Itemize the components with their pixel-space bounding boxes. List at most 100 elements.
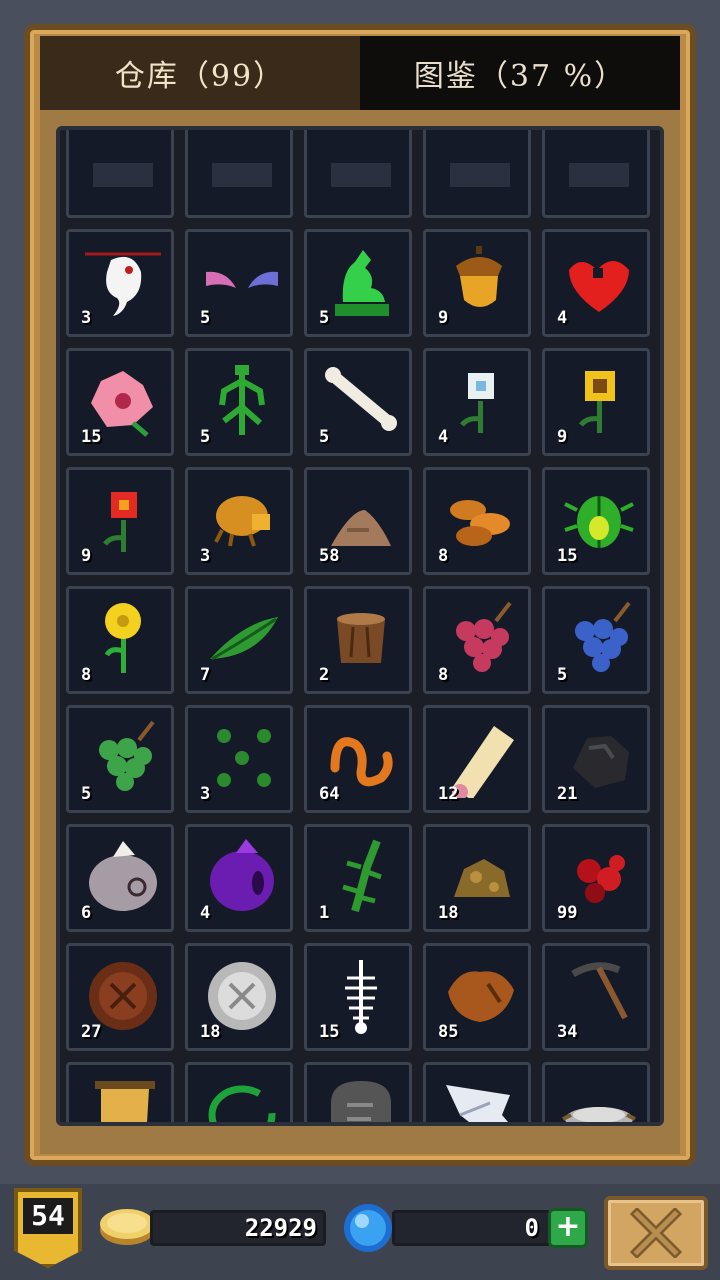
inventory-slot[interactable] <box>304 130 412 218</box>
inventory-slot[interactable]: 5 <box>304 229 412 337</box>
tab-warehouse[interactable]: 仓库（99） <box>40 36 360 110</box>
item-count: 85 <box>438 1022 459 1042</box>
item-count: 99 <box>557 903 578 923</box>
green-leaf-icon <box>210 617 278 661</box>
inventory-slot[interactable]: 18 <box>423 1062 531 1122</box>
old-banner-icon <box>95 1081 155 1122</box>
inventory-slot[interactable]: 8 <box>423 467 531 575</box>
inventory-slot[interactable]: 9 <box>542 348 650 456</box>
inventory-slot[interactable]: 5 <box>542 586 650 694</box>
item-count: 12 <box>438 784 459 804</box>
inventory-slot[interactable]: 41 <box>542 1062 650 1122</box>
inventory-slot[interactable]: 6 <box>304 1062 412 1122</box>
inventory-slot[interactable] <box>423 130 531 218</box>
gem-amount: 0 <box>524 1214 539 1242</box>
red-flower-icon <box>103 492 137 552</box>
inventory-slot[interactable]: 18 <box>185 943 293 1051</box>
inventory-slot[interactable]: 12 <box>423 705 531 813</box>
item-count: 9 <box>557 427 568 447</box>
item-count: 3 <box>81 308 92 328</box>
inventory-slot[interactable] <box>185 130 293 218</box>
white-flower-icon <box>460 373 494 433</box>
item-count: 4 <box>557 308 568 328</box>
mantis-icon <box>219 365 265 435</box>
bat-wings-icon <box>206 271 278 288</box>
inventory-slot[interactable]: 3 <box>185 467 293 575</box>
inventory-slot[interactable]: 8 <box>423 586 531 694</box>
gold-amount: 22929 <box>244 1214 317 1242</box>
item-count: 5 <box>200 427 211 447</box>
inventory-slot[interactable]: 4 <box>423 348 531 456</box>
inventory-slot[interactable]: 5 <box>185 229 293 337</box>
close-button[interactable] <box>604 1196 708 1270</box>
item-count: 64 <box>319 784 340 804</box>
partial-item-icon <box>212 163 272 187</box>
green-ring-icon <box>208 1085 276 1122</box>
inventory-slot[interactable]: 5 <box>304 348 412 456</box>
inventory-slot[interactable]: 99 <box>542 824 650 932</box>
green-lizard-icon <box>342 839 382 913</box>
item-count: 1 <box>319 903 330 923</box>
orange-beetle-icon <box>214 496 270 547</box>
inventory-slot[interactable]: 8 <box>66 586 174 694</box>
inventory-slot[interactable]: 4 <box>185 824 293 932</box>
purple-egg-icon <box>210 839 274 911</box>
ghost-icon <box>85 252 161 316</box>
item-count: 27 <box>81 1022 102 1042</box>
inventory-slot[interactable]: 9 <box>66 467 174 575</box>
inventory-slot[interactable]: 5 <box>66 705 174 813</box>
inventory-slot[interactable]: 21 <box>542 705 650 813</box>
acorn-icon <box>456 246 502 307</box>
red-heart-icon <box>569 261 629 312</box>
item-count: 21 <box>557 784 578 804</box>
blue-grapes-icon <box>575 601 631 672</box>
inventory-slot[interactable]: 64 <box>304 705 412 813</box>
inventory-slot[interactable]: 15 <box>542 467 650 575</box>
inventory-slot[interactable]: 54 <box>185 1062 293 1122</box>
item-count: 9 <box>81 546 92 566</box>
inventory-slot[interactable]: 1 <box>304 824 412 932</box>
gold-coin-icon <box>98 1204 156 1254</box>
inventory-slot[interactable]: 60 <box>66 1062 174 1122</box>
item-count: 3 <box>200 546 211 566</box>
inventory-slot[interactable] <box>66 130 174 218</box>
item-count: 34 <box>557 1022 578 1042</box>
item-count: 18 <box>438 903 459 923</box>
inventory-slot[interactable]: 3 <box>66 229 174 337</box>
inventory-slot[interactable]: 3 <box>185 705 293 813</box>
inventory-slot[interactable]: 4 <box>542 229 650 337</box>
item-grid-container[interactable]: 3 5 5 9 4 15 5 5 4 9 9 3 58 8 15 8 7 2 8 5 5 3 64 12 21 6 4 1 18 99 27… <box>56 126 664 1126</box>
item-count: 9 <box>438 308 449 328</box>
inventory-slot[interactable]: 34 <box>542 943 650 1051</box>
item-count: 4 <box>200 903 211 923</box>
inventory-slot[interactable]: 58 <box>304 467 412 575</box>
item-grid: 3 5 5 9 4 15 5 5 4 9 9 3 58 8 15 8 7 2 8 5 5 3 64 12 21 6 4 1 18 99 27… <box>66 130 650 1122</box>
green-grapes-icon <box>99 720 155 791</box>
inventory-slot[interactable]: 85 <box>423 943 531 1051</box>
item-count: 5 <box>557 665 568 685</box>
mushroom-cluster-icon <box>450 500 510 546</box>
close-icon <box>629 1208 683 1258</box>
partial-item-icon <box>569 163 629 187</box>
inventory-slot[interactable]: 2 <box>304 586 412 694</box>
tab-collection[interactable]: 图鉴（37 %） <box>360 36 680 110</box>
inventory-slot[interactable]: 7 <box>185 586 293 694</box>
add-gems-button[interactable]: + <box>548 1208 588 1248</box>
inventory-slot[interactable]: 18 <box>423 824 531 932</box>
item-count: 5 <box>81 784 92 804</box>
inventory-slot[interactable]: 6 <box>66 824 174 932</box>
inventory-slot[interactable]: 15 <box>304 943 412 1051</box>
inventory-slot[interactable]: 15 <box>66 348 174 456</box>
inventory-slot[interactable]: 27 <box>66 943 174 1051</box>
stone-tablet-icon <box>331 1081 391 1122</box>
inventory-slot[interactable]: 9 <box>423 229 531 337</box>
inventory-slot[interactable] <box>542 130 650 218</box>
white-cloth-icon <box>446 1085 510 1122</box>
item-count: 5 <box>200 308 211 328</box>
item-count: 5 <box>319 308 330 328</box>
gold-counter: 22929 <box>150 1210 326 1246</box>
inventory-slot[interactable]: 5 <box>185 348 293 456</box>
white-egg-icon <box>89 841 157 911</box>
level-value: 54 <box>23 1198 73 1234</box>
green-spiders-icon <box>217 729 271 787</box>
